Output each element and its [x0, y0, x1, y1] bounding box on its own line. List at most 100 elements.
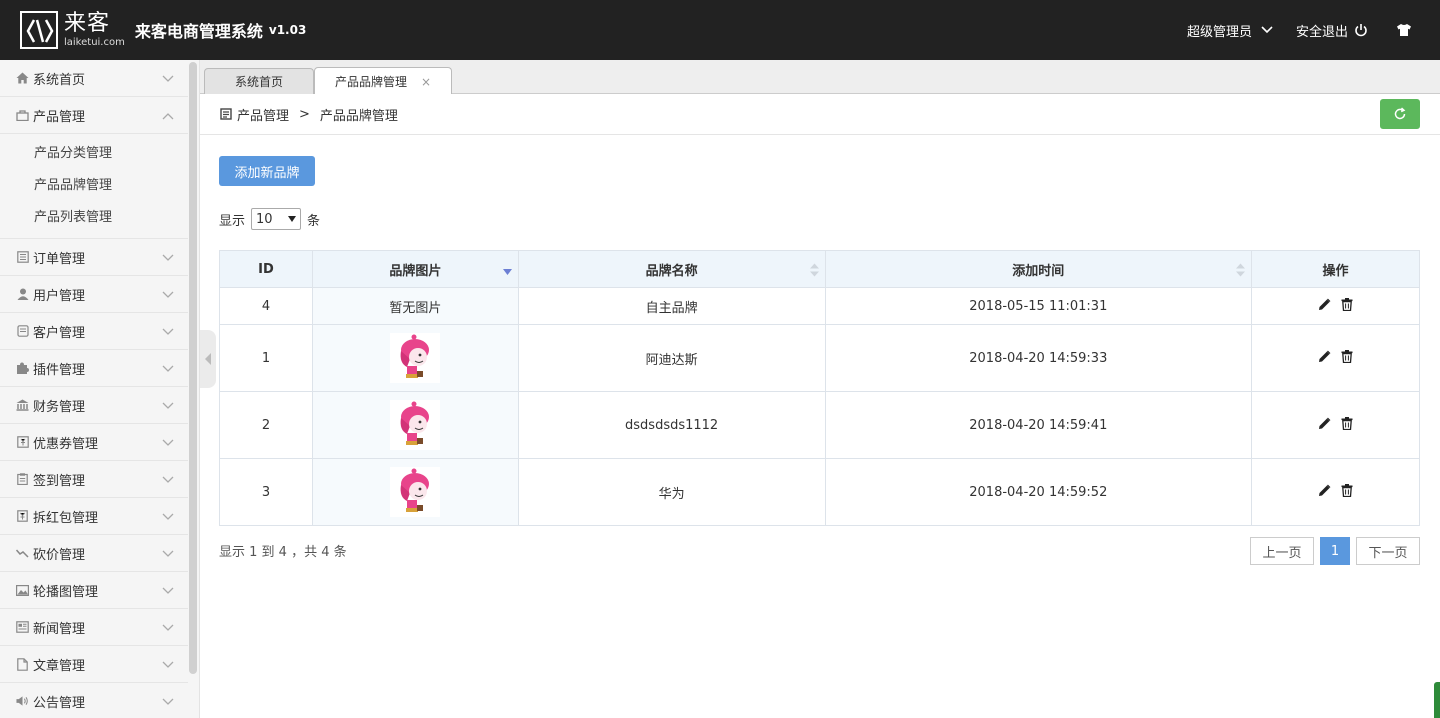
power-icon: [1355, 24, 1367, 37]
column-header-actions: 操作: [1251, 250, 1420, 288]
speaker-icon: [16, 695, 29, 708]
table-row: 2 dsdsdsds1112 2018-04-20 14:59:41: [219, 391, 1420, 459]
sidebar-item-10[interactable]: 砍价管理: [0, 535, 188, 572]
sidebar-item-11[interactable]: 轮播图管理: [0, 572, 188, 609]
sidebar-item-label: 财务管理: [33, 399, 86, 415]
sort-desc-icon: [502, 269, 512, 275]
logout-label: 安全退出: [1295, 24, 1348, 40]
chevron-down-icon: [162, 362, 174, 377]
logo[interactable]: 来客 laiketui.com: [20, 0, 125, 60]
table-row: 3 华为 2018-04-20 14:59:52: [219, 458, 1420, 526]
chevron-down-icon: [162, 547, 174, 562]
chevron-down-icon: [162, 473, 174, 488]
sidebar: 系统首页 产品管理 产品分类管理 产品品牌管理 产品列表管理 订单管理 用户管理 客户管理 插件…: [0, 60, 200, 718]
cell-id: 3: [219, 458, 313, 526]
chevron-down-icon: [162, 399, 174, 414]
cell-time: 2018-04-20 14:59:52: [824, 458, 1253, 526]
sidebar-item-8[interactable]: 签到管理: [0, 461, 188, 498]
cell-id: 1: [219, 324, 313, 392]
brand-thumbnail: [390, 400, 441, 450]
next-page-button[interactable]: 下一页: [1356, 537, 1420, 565]
sidebar-item-14[interactable]: 公告管理: [0, 683, 188, 718]
delete-icon[interactable]: [1341, 483, 1353, 497]
cell-time: 2018-04-20 14:59:33: [824, 324, 1253, 392]
sidebar-subitem-1[interactable]: 产品品牌管理: [0, 170, 188, 202]
sidebar-item-13[interactable]: 文章管理: [0, 646, 188, 683]
prev-page-button[interactable]: 上一页: [1250, 537, 1314, 565]
bank-icon: [16, 399, 29, 412]
sidebar-scrollbar[interactable]: [189, 62, 197, 674]
sidebar-item-label: 拆红包管理: [33, 510, 99, 526]
app-version: v1.03: [268, 23, 307, 37]
tab-bar: 系统首页 产品品牌管理 ×: [200, 60, 1440, 95]
sidebar-item-1[interactable]: 产品管理: [0, 97, 188, 134]
add-brand-button[interactable]: 添加新品牌: [219, 156, 315, 186]
sidebar-item-4[interactable]: 客户管理: [0, 313, 188, 350]
delete-icon[interactable]: [1341, 349, 1353, 363]
column-header-image[interactable]: 品牌图片: [311, 250, 519, 288]
chevron-down-icon: [162, 510, 174, 525]
edit-icon[interactable]: [1318, 417, 1331, 430]
sidebar-subitem-2[interactable]: 产品列表管理: [0, 202, 188, 234]
user-menu[interactable]: 超级管理员: [1187, 21, 1274, 40]
delete-icon[interactable]: [1341, 416, 1353, 430]
chevron-down-icon: [162, 695, 174, 710]
sidebar-item-label: 新闻管理: [33, 621, 86, 637]
page-number-button[interactable]: 1: [1320, 537, 1350, 565]
column-header-id[interactable]: ID: [219, 250, 313, 288]
length-suffix: 条: [307, 213, 321, 229]
page-length-value: 10: [256, 211, 273, 227]
tab-label: 产品品牌管理: [334, 75, 407, 89]
sidebar-item-label: 砍价管理: [33, 547, 86, 563]
breadcrumb-current: 产品品牌管理: [319, 108, 398, 124]
sidebar-item-label: 用户管理: [33, 288, 86, 304]
sidebar-item-label: 系统首页: [33, 72, 86, 88]
caret-down-icon: [288, 216, 297, 222]
edit-icon[interactable]: [1318, 484, 1331, 497]
sidebar-item-9[interactable]: 拆红包管理: [0, 498, 188, 535]
chevron-down-icon: [162, 325, 174, 340]
table-row: 4 暂无图片 自主品牌 2018-05-15 11:01:31: [219, 287, 1420, 325]
sidebar-item-6[interactable]: 财务管理: [0, 387, 188, 424]
cell-id: 4: [219, 287, 313, 325]
skin-button[interactable]: [1390, 23, 1412, 37]
brand-table: ID 品牌图片 品牌名称 添加时间 操作 4 暂无图片 自主品牌 2018-05-15…: [219, 250, 1420, 526]
sidebar-item-2[interactable]: 订单管理: [0, 239, 188, 276]
tab-label: 系统首页: [234, 75, 283, 89]
chevron-down-icon: [162, 658, 174, 673]
edit-icon[interactable]: [1318, 350, 1331, 363]
cell-image: [311, 324, 519, 392]
column-header-time[interactable]: 添加时间: [824, 250, 1253, 288]
refresh-icon: [1394, 107, 1406, 120]
column-header-name[interactable]: 品牌名称: [517, 250, 826, 288]
logout-button[interactable]: 安全退出: [1296, 21, 1368, 40]
sidebar-item-5[interactable]: 插件管理: [0, 350, 188, 387]
delete-icon[interactable]: [1341, 297, 1353, 311]
sidebar-item-0[interactable]: 系统首页: [0, 60, 188, 97]
sidebar-item-label: 插件管理: [33, 362, 86, 378]
page-length-select[interactable]: 10: [251, 208, 302, 230]
chevron-down-icon: [162, 584, 174, 599]
tab-home[interactable]: 系统首页: [204, 68, 314, 94]
sidebar-item-12[interactable]: 新闻管理: [0, 609, 188, 646]
redpacket-icon: [16, 510, 29, 523]
sidebar-item-7[interactable]: 优惠券管理: [0, 424, 188, 461]
file-icon: [16, 657, 29, 671]
home-icon: [16, 72, 29, 85]
cell-name: 华为: [517, 458, 826, 526]
close-icon[interactable]: ×: [421, 75, 431, 89]
breadcrumb-bar: 产品管理 > 产品品牌管理: [200, 94, 1440, 135]
sidebar-collapse-toggle[interactable]: [200, 330, 216, 388]
sidebar-subitem-0[interactable]: 产品分类管理: [0, 138, 188, 170]
sidebar-item-label: 签到管理: [33, 473, 86, 489]
column-header-label: 品牌名称: [645, 263, 698, 279]
sidebar-submenu: 产品分类管理 产品品牌管理 产品列表管理: [0, 134, 188, 239]
bag-icon: [16, 109, 29, 122]
edit-icon[interactable]: [1318, 298, 1331, 311]
breadcrumb-parent[interactable]: 产品管理: [237, 105, 289, 124]
sidebar-item-3[interactable]: 用户管理: [0, 276, 188, 313]
tab-brand-management[interactable]: 产品品牌管理 ×: [314, 67, 452, 95]
catalog-icon: [220, 108, 232, 120]
chevron-down-icon: [162, 288, 174, 303]
refresh-button[interactable]: [1380, 99, 1420, 129]
